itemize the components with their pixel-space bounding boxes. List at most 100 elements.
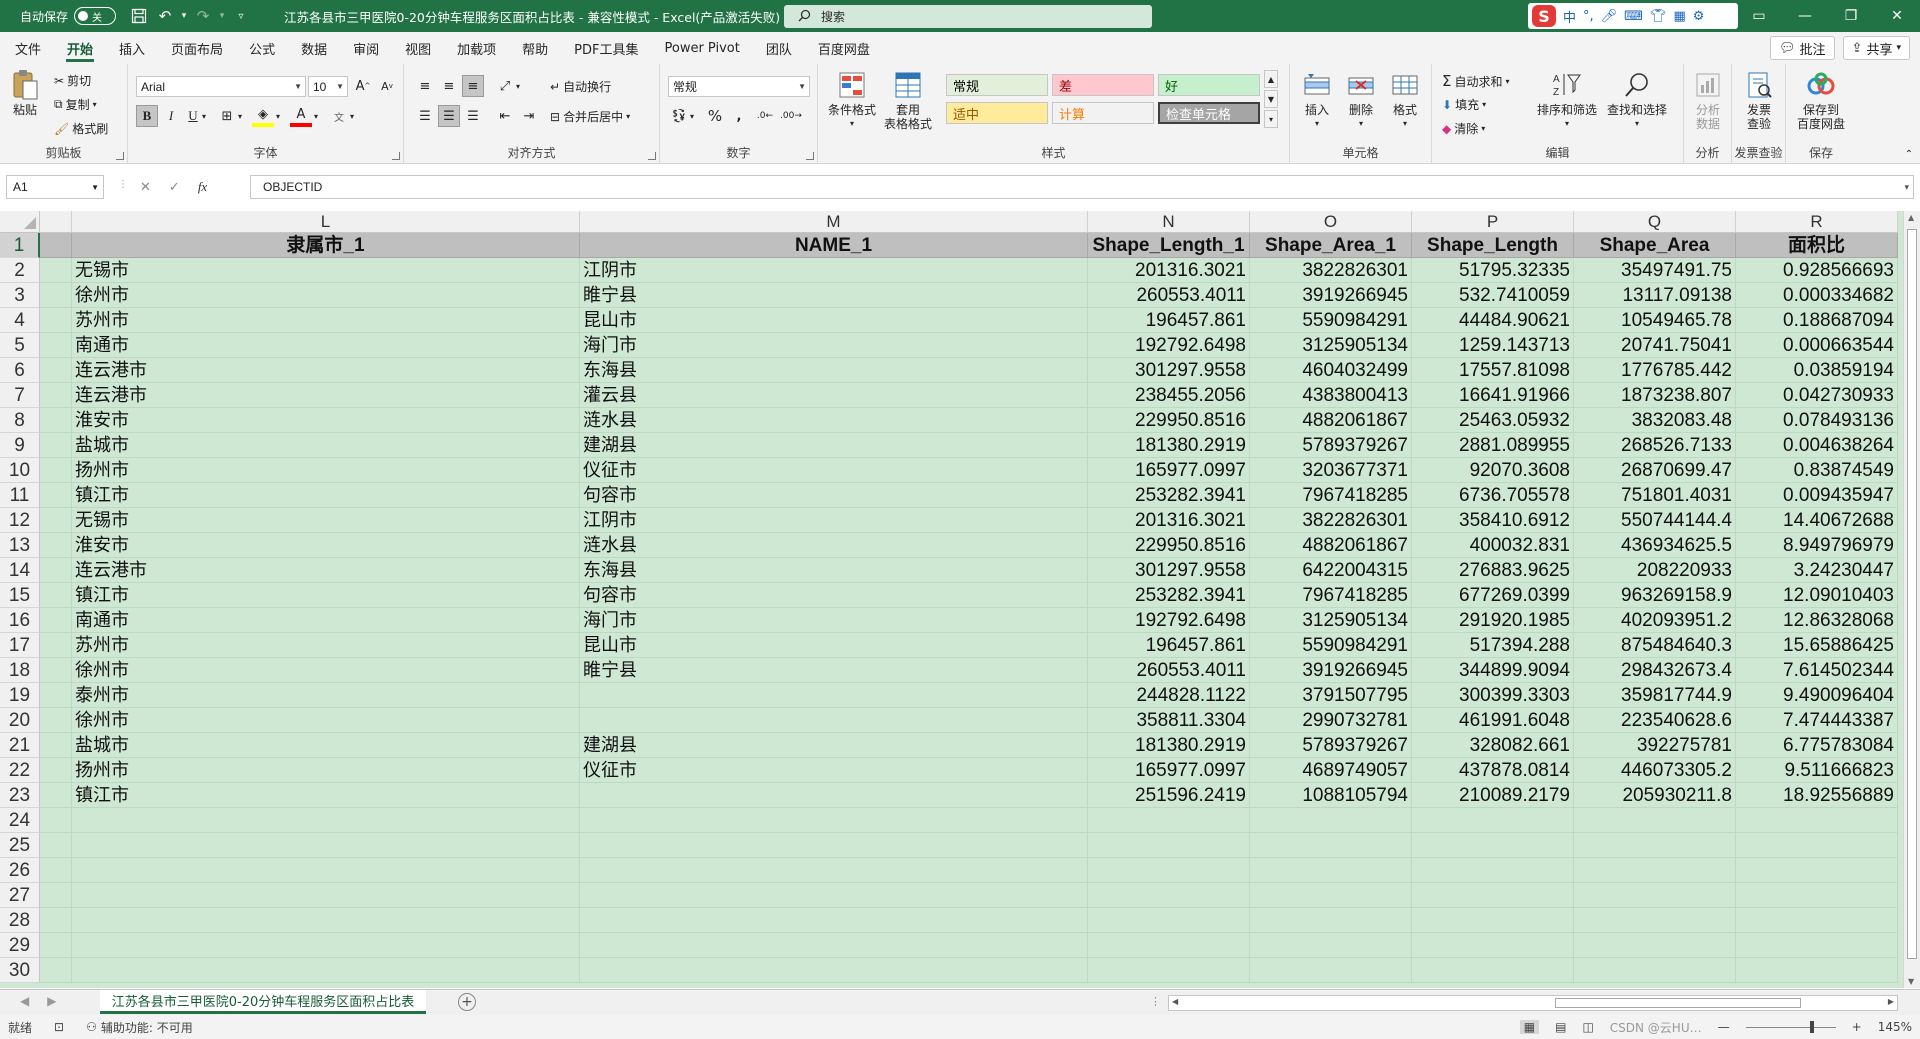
minimize-icon[interactable]: —: [1782, 0, 1828, 32]
empty-cell[interactable]: [1736, 908, 1898, 933]
table-cell[interactable]: 344899.9094: [1412, 658, 1574, 683]
table-cell[interactable]: 无锡市: [72, 508, 580, 533]
sort-filter-button[interactable]: AZ 排序和筛选 ▾: [1534, 70, 1600, 131]
table-cell[interactable]: 镇江市: [72, 783, 580, 808]
table-cell[interactable]: 灌云县: [580, 383, 1088, 408]
table-cell[interactable]: 徐州市: [72, 283, 580, 308]
empty-cell[interactable]: [1412, 808, 1574, 833]
decrease-indent-icon[interactable]: ⇤: [494, 105, 516, 127]
table-cell[interactable]: 875484640.3: [1574, 633, 1736, 658]
zoom-level[interactable]: 145%: [1878, 1020, 1912, 1034]
row-header[interactable]: 9: [0, 433, 40, 458]
table-cell[interactable]: 0.188687094: [1736, 308, 1898, 333]
chevron-down-icon[interactable]: ▾: [346, 105, 358, 127]
table-cell[interactable]: 6736.705578: [1412, 483, 1574, 508]
table-cell[interactable]: 3832083.48: [1574, 408, 1736, 433]
column-header-partial[interactable]: [40, 211, 72, 233]
table-cell[interactable]: 44484.90621: [1412, 308, 1574, 333]
format-cells-button[interactable]: 格式 ▾: [1386, 70, 1424, 131]
table-cell[interactable]: 165977.0997: [1088, 458, 1250, 483]
table-cell[interactable]: 3919266945: [1250, 283, 1412, 308]
style-calculation[interactable]: 计算: [1052, 102, 1154, 124]
autosave-toggle[interactable]: 关: [74, 7, 117, 25]
table-cell[interactable]: 92070.3608: [1412, 458, 1574, 483]
table-cell[interactable]: 253282.3941: [1088, 483, 1250, 508]
table-cell[interactable]: 461991.6048: [1412, 708, 1574, 733]
row-header[interactable]: 22: [0, 758, 40, 783]
table-cell[interactable]: 3125905134: [1250, 608, 1412, 633]
table-header-cell[interactable]: Shape_Area: [1574, 233, 1736, 258]
wrap-text-button[interactable]: ↵ 自动换行: [550, 78, 611, 95]
redo-icon[interactable]: ↷: [190, 3, 216, 29]
page-break-view-icon[interactable]: ◫: [1582, 1020, 1593, 1034]
styles-scroll-up-icon[interactable]: ▲: [1264, 70, 1278, 88]
table-cell[interactable]: 0.009435947: [1736, 483, 1898, 508]
cell-stub[interactable]: [40, 333, 72, 358]
table-cell[interactable]: 盐城市: [72, 733, 580, 758]
column-header[interactable]: R: [1736, 211, 1898, 233]
row-header[interactable]: 30: [0, 958, 40, 983]
cell-stub[interactable]: [40, 708, 72, 733]
table-cell[interactable]: 192792.6498: [1088, 333, 1250, 358]
conditional-formatting-button[interactable]: 条件格式 ▾: [826, 70, 878, 131]
table-cell[interactable]: 301297.9558: [1088, 358, 1250, 383]
table-cell[interactable]: 291920.1985: [1412, 608, 1574, 633]
decrease-decimal-icon[interactable]: .00→: [780, 105, 802, 127]
styles-more-icon[interactable]: ▾: [1264, 110, 1278, 128]
row-header[interactable]: 27: [0, 883, 40, 908]
table-cell[interactable]: 260553.4011: [1088, 283, 1250, 308]
table-cell[interactable]: 8.949796979: [1736, 533, 1898, 558]
table-cell[interactable]: 276883.9625: [1412, 558, 1574, 583]
sheet-tab-active[interactable]: 江苏各县市三甲医院0-20分钟车程服务区面积占比表: [100, 990, 426, 1014]
worksheet-grid[interactable]: ▲ ▼ L M N O P Q R 1 隶属市_1 NAME_1 Shape_Length_1 Sha…: [0, 211, 1920, 988]
empty-cell[interactable]: [580, 958, 1088, 983]
row-header[interactable]: 1: [0, 233, 40, 258]
table-cell[interactable]: 208220933: [1574, 558, 1736, 583]
table-cell[interactable]: 532.7410059: [1412, 283, 1574, 308]
cell-stub[interactable]: [40, 958, 72, 983]
column-header[interactable]: L: [72, 211, 580, 233]
format-painter-button[interactable]: 🖌︎ 格式刷: [54, 120, 108, 137]
expand-formula-icon[interactable]: ▾: [1904, 182, 1909, 193]
table-cell[interactable]: 3822826301: [1250, 508, 1412, 533]
table-cell[interactable]: [580, 708, 1088, 733]
table-cell[interactable]: 229950.8516: [1088, 408, 1250, 433]
cell-stub[interactable]: [40, 258, 72, 283]
empty-cell[interactable]: [72, 933, 580, 958]
font-size-select[interactable]: 10 ▼: [308, 76, 348, 97]
next-sheet-icon[interactable]: ▶: [47, 994, 56, 1008]
row-header[interactable]: 12: [0, 508, 40, 533]
number-launcher-icon[interactable]: [806, 152, 814, 160]
row-header[interactable]: 21: [0, 733, 40, 758]
italic-icon[interactable]: I: [160, 105, 182, 127]
select-all-corner[interactable]: [0, 211, 40, 233]
row-header[interactable]: 25: [0, 833, 40, 858]
tab-insert[interactable]: 插入: [106, 32, 158, 64]
table-cell[interactable]: 196457.861: [1088, 633, 1250, 658]
table-cell[interactable]: 9.511666823: [1736, 758, 1898, 783]
table-cell[interactable]: 181380.2919: [1088, 733, 1250, 758]
table-cell[interactable]: 392275781: [1574, 733, 1736, 758]
save-icon[interactable]: [126, 3, 152, 29]
table-cell[interactable]: 睢宁县: [580, 283, 1088, 308]
table-cell[interactable]: 5590984291: [1250, 308, 1412, 333]
table-cell[interactable]: 400032.831: [1412, 533, 1574, 558]
align-middle-icon[interactable]: ≡: [438, 75, 460, 97]
paste-button[interactable]: 粘贴: [10, 70, 40, 117]
row-header[interactable]: 16: [0, 608, 40, 633]
table-cell[interactable]: 0.928566693: [1736, 258, 1898, 283]
cell-stub[interactable]: [40, 508, 72, 533]
microphone-icon[interactable]: 🎤︎: [1601, 9, 1618, 24]
table-cell[interactable]: 徐州市: [72, 708, 580, 733]
table-cell[interactable]: 5590984291: [1250, 633, 1412, 658]
table-cell[interactable]: 1873238.807: [1574, 383, 1736, 408]
cell-stub[interactable]: [40, 908, 72, 933]
empty-cell[interactable]: [1574, 808, 1736, 833]
table-cell[interactable]: 句容市: [580, 583, 1088, 608]
table-cell[interactable]: 5789379267: [1250, 733, 1412, 758]
table-header-cell[interactable]: NAME_1: [580, 233, 1088, 258]
empty-cell[interactable]: [1088, 808, 1250, 833]
table-cell[interactable]: 229950.8516: [1088, 533, 1250, 558]
empty-cell[interactable]: [1736, 858, 1898, 883]
empty-cell[interactable]: [1250, 908, 1412, 933]
